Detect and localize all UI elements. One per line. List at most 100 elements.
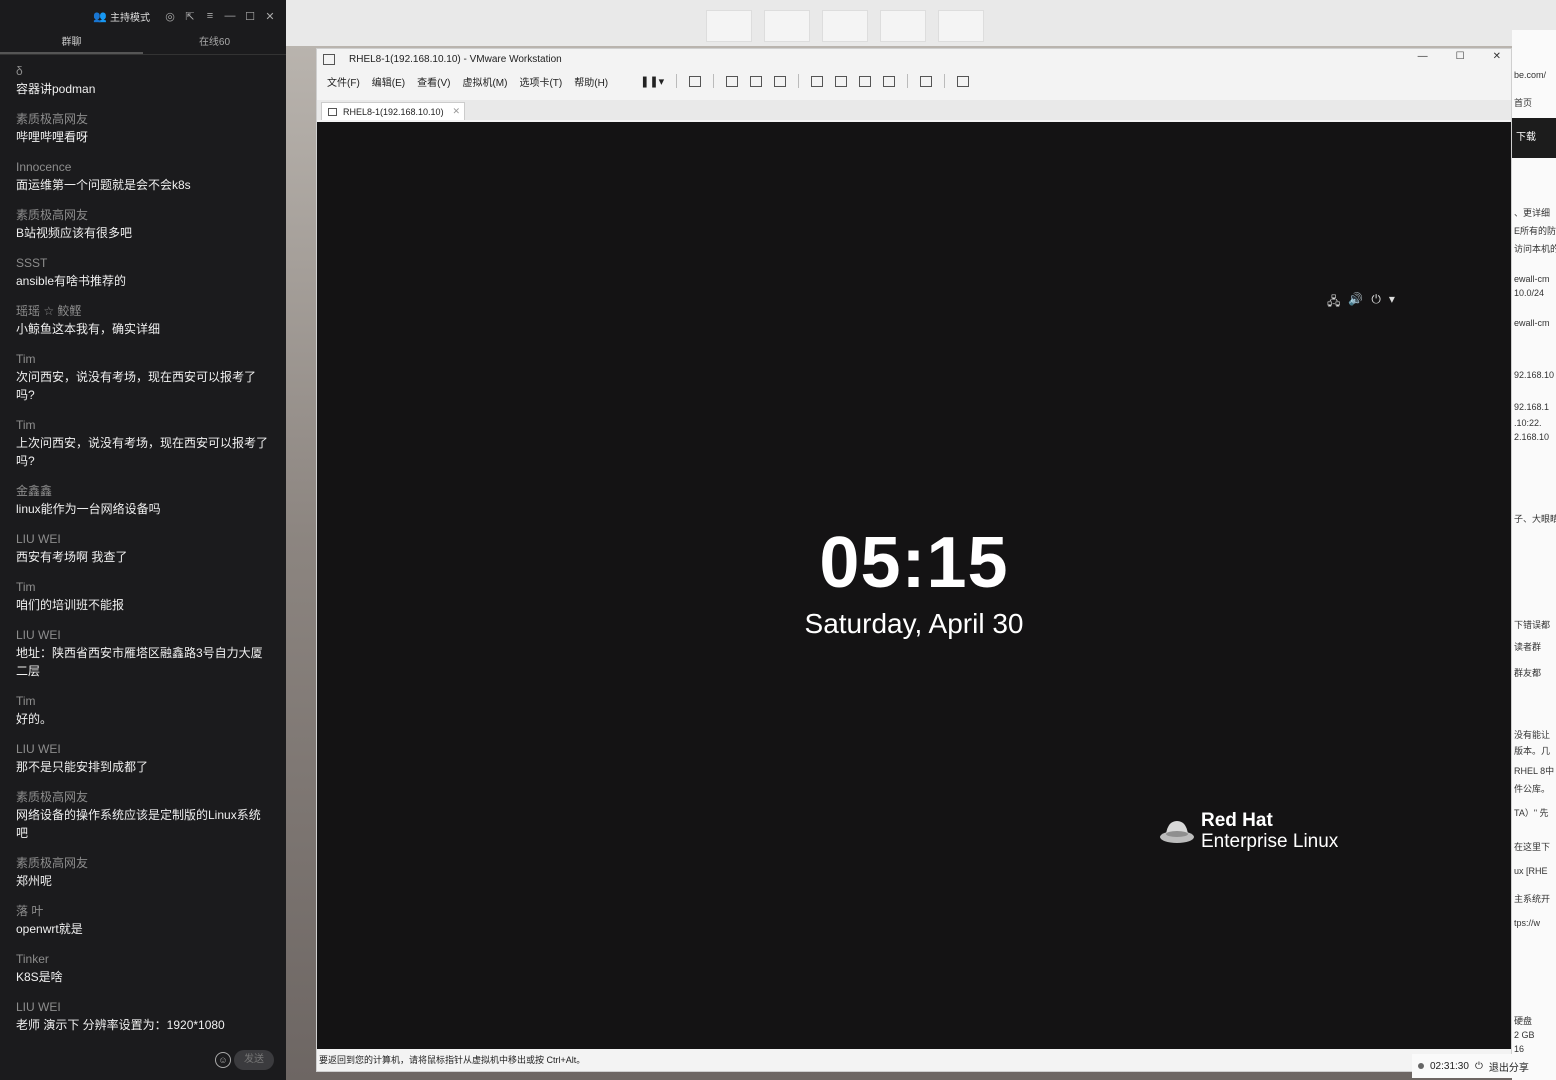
browser-text-fragment: TA）" 先 xyxy=(1514,808,1549,818)
close-icon[interactable]: ✕ xyxy=(264,10,276,23)
browser-text-fragment: 下错误都 xyxy=(1514,620,1551,630)
minimize-icon[interactable]: — xyxy=(224,10,236,22)
send-ctrl-alt-del-icon[interactable] xyxy=(689,75,702,87)
window-thumbnail[interactable] xyxy=(706,10,752,42)
maximize-icon[interactable]: ☐ xyxy=(244,10,256,23)
vmware-status-bar: 要返回到您的计算机，请将鼠标指针从虚拟机中移出或按 Ctrl+Alt。 xyxy=(317,1049,1511,1071)
snapshot-icon[interactable] xyxy=(726,75,739,87)
message-username: 素质极高网友 xyxy=(16,208,89,222)
chevron-down-icon: ▾ xyxy=(1388,292,1395,306)
console-view-icon[interactable] xyxy=(920,75,933,87)
chat-panel: 👥 主持模式 ◎ ⇱ ≡ — ☐ ✕ 群聊 在线60 δ 容器讲podman 素质极… xyxy=(0,0,286,1080)
menu-tabs[interactable]: 选项卡(T) xyxy=(519,74,562,89)
vmware-title-bar: RHEL8-1(192.168.10.10) - VMware Workstat… xyxy=(317,49,1511,69)
browser-text-fragment: 10.0/24 xyxy=(1514,288,1545,298)
message-list: δ 容器讲podman 素质极高网友 哔哩哔哩看呀 Innocence 面运维第一个问题就… xyxy=(16,62,270,1046)
message-text: 上次问西安，说没有考场，现在西安可以报考了吗? xyxy=(16,436,269,468)
chat-message: LIU WEI 地址：陕西省西安市雁塔区融鑫路3号自力大厦二层 xyxy=(16,626,270,680)
menu-edit[interactable]: 编辑(E) xyxy=(372,74,405,89)
message-text: 小鲸鱼这本我有，确实详细 xyxy=(16,322,161,336)
message-text: 那不是只能安排到成都了 xyxy=(16,760,149,774)
chat-message: Tim 次问西安，说没有考场，现在西安可以报考了吗? xyxy=(16,350,270,404)
message-username: Tim xyxy=(16,352,36,366)
message-text: 好的。 xyxy=(16,712,53,726)
emoji-icon[interactable]: ☺ xyxy=(215,1052,231,1068)
browser-text-fragment: 群友都 xyxy=(1514,668,1542,678)
tab-group-chat[interactable]: 群聊 xyxy=(0,32,143,54)
sidebar-toggle-icon[interactable] xyxy=(811,75,824,87)
vmware-app-icon xyxy=(323,53,335,65)
chat-message: Innocence 面运维第一个问题就是会不会k8s xyxy=(16,158,270,194)
close-icon[interactable]: ✕ xyxy=(1493,51,1501,62)
chat-tabs: 群聊 在线60 xyxy=(0,32,286,55)
message-username: 金鑫鑫 xyxy=(16,484,53,498)
browser-text-fragment: 92.168.10 xyxy=(1514,370,1555,380)
menu-help[interactable]: 帮助(H) xyxy=(574,74,608,89)
lock-screen-date: Saturday, April 30 xyxy=(804,608,1024,639)
browser-text-fragment: ewall-cm xyxy=(1514,274,1550,284)
menu-vm[interactable]: 虚拟机(M) xyxy=(462,74,507,89)
window-thumbnail[interactable] xyxy=(938,10,984,42)
host-mode[interactable]: 👥 主持模式 xyxy=(93,9,150,24)
message-username: Tim xyxy=(16,580,36,594)
message-text: 咱们的培训班不能报 xyxy=(16,598,125,612)
status-hint: 要返回到您的计算机，请将鼠标指针从虚拟机中移出或按 Ctrl+Alt。 xyxy=(319,1055,586,1065)
message-username: Tim xyxy=(16,694,36,708)
chat-message: Tinker K8S是啥 xyxy=(16,950,270,986)
menu-file[interactable]: 文件(F) xyxy=(327,74,360,89)
chat-message: 素质极高网友 网络设备的操作系统应该是定制版的Linux系统吧 xyxy=(16,788,270,842)
chat-message: LIU WEI 那不是只能安排到成都了 xyxy=(16,740,270,776)
browser-text-fragment: 主系统开 xyxy=(1514,894,1551,904)
thumbnail-bar-icon[interactable] xyxy=(835,75,848,87)
tab-online[interactable]: 在线60 xyxy=(143,32,286,54)
message-text: 郑州呢 xyxy=(16,874,53,888)
message-text: 容器讲podman xyxy=(16,82,96,96)
chat-message: δ 容器讲podman xyxy=(16,62,270,98)
minimize-icon[interactable]: — xyxy=(1418,51,1428,62)
guest-status-area[interactable]: 🖧 🔊 ⏻ ▾ xyxy=(1327,292,1395,313)
menu-view[interactable]: 查看(V) xyxy=(417,74,450,89)
message-username: 瑶瑶 ☆ 鲛鲣 xyxy=(16,304,82,318)
message-username: Tim xyxy=(16,418,36,432)
browser-text-fragment: 2.168.10 xyxy=(1514,432,1550,442)
vmware-menu-bar: 文件(F) 编辑(E) 查看(V) 虚拟机(M) 选项卡(T) 帮助(H) ❚❚… xyxy=(317,69,1511,93)
host-avatar-icon: 👥 xyxy=(93,10,107,23)
snapshot-manager-icon[interactable] xyxy=(774,75,787,87)
message-username: 素质极高网友 xyxy=(16,790,89,804)
unity-icon[interactable] xyxy=(883,75,896,87)
pause-icon[interactable]: ❚❚▾ xyxy=(640,75,664,88)
guest-lock-screen[interactable]: 🖧 🔊 ⏻ ▾ 05:15 Saturday, April 30 Red Hat… xyxy=(317,122,1511,1050)
window-thumbnail[interactable] xyxy=(822,10,868,42)
revert-snapshot-icon[interactable] xyxy=(750,75,763,87)
message-username: LIU WEI xyxy=(16,742,61,756)
popout-icon[interactable]: ⇱ xyxy=(184,10,196,23)
vm-tab[interactable]: RHEL8-1(192.168.10.10) ✕ xyxy=(321,102,465,120)
message-text: openwrt就是 xyxy=(16,922,83,936)
fullscreen-icon[interactable] xyxy=(859,75,872,87)
window-thumbnail[interactable] xyxy=(764,10,810,42)
menu-icon[interactable]: ≡ xyxy=(204,10,216,22)
message-username: LIU WEI xyxy=(16,1000,61,1014)
browser-text-fragment: 版本。几 xyxy=(1514,746,1551,756)
redhat-logo: Red Hat Enterprise Linux xyxy=(1159,810,1338,852)
send-button[interactable]: 发送 xyxy=(234,1050,274,1070)
window-thumbnail[interactable] xyxy=(880,10,926,42)
chat-message: 瑶瑶 ☆ 鲛鲣小鲸鱼这本我有，确实详细 xyxy=(16,302,270,338)
message-text: 哔哩哔哩看呀 xyxy=(16,130,89,144)
browser-text-fragment: 92.168.1 xyxy=(1514,402,1550,412)
stretch-guest-icon[interactable] xyxy=(957,75,970,87)
message-username: Tinker xyxy=(16,952,49,966)
browser-text-fragment: be.com/ xyxy=(1514,70,1547,80)
share-elapsed-time: 02:31:30 xyxy=(1430,1060,1469,1072)
download-button[interactable]: 下载 xyxy=(1512,118,1556,158)
vm-tab-label: RHEL8-1(192.168.10.10) xyxy=(343,106,444,117)
settings-icon[interactable]: ◎ xyxy=(164,10,176,23)
message-text: 老师 演示下 分辨率设置为：1920*1080 xyxy=(16,1018,225,1032)
maximize-icon[interactable]: ☐ xyxy=(1456,51,1465,62)
chat-message: SSST ansible有啥书推荐的 xyxy=(16,254,270,290)
browser-text-fragment: ewall-cm xyxy=(1514,318,1550,328)
brand-line1: Red Hat xyxy=(1201,810,1273,831)
exit-share-button[interactable]: 退出分享 xyxy=(1489,1059,1529,1074)
close-tab-icon[interactable]: ✕ xyxy=(452,106,460,117)
message-username: LIU WEI xyxy=(16,628,61,642)
